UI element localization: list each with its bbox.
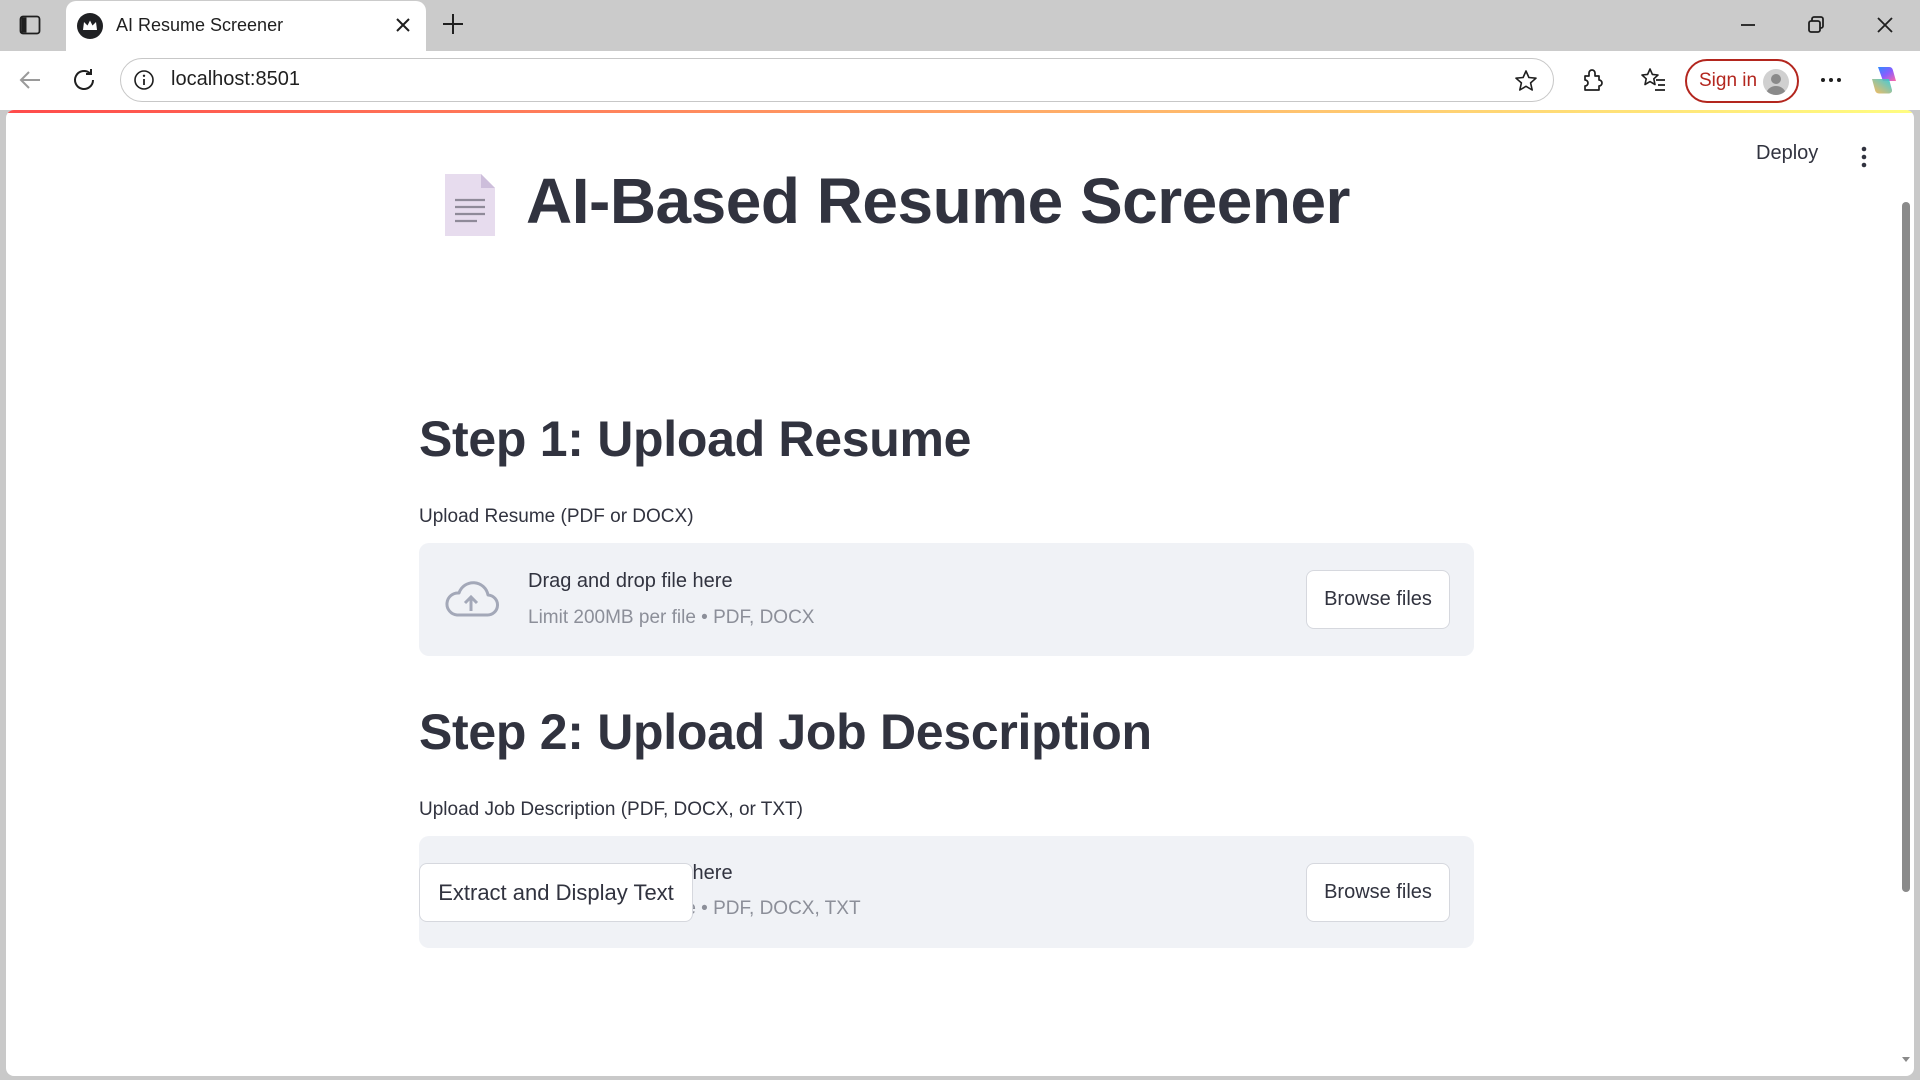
more-icon[interactable] — [1816, 65, 1846, 95]
deploy-button[interactable]: Deploy — [1756, 142, 1818, 165]
resume-drop-limits: Limit 200MB per file • PDF, DOCX — [528, 607, 815, 628]
sign-in-button[interactable]: Sign in — [1685, 59, 1799, 103]
header-decoration-bar — [6, 110, 1914, 113]
crown-favicon-icon — [77, 13, 103, 39]
plus-icon[interactable] — [440, 11, 466, 37]
scroll-down-arrow-icon[interactable] — [1901, 1054, 1911, 1064]
tab-title: AI Resume Screener — [116, 15, 284, 35]
url-text[interactable]: localhost:8501 — [171, 68, 300, 91]
step1-heading: Step 1: Upload Resume — [419, 411, 972, 467]
close-icon[interactable] — [392, 14, 414, 36]
cloud-upload-icon — [445, 581, 499, 617]
scrollbar-thumb[interactable] — [1902, 202, 1910, 892]
restore-icon[interactable] — [1803, 12, 1829, 38]
tab-strip: AI Resume Screener — [0, 0, 1920, 51]
close-window-icon[interactable] — [1872, 12, 1898, 38]
resume-drop-title: Drag and drop file here — [528, 570, 733, 592]
browser-tab[interactable]: AI Resume Screener — [66, 1, 426, 51]
star-icon[interactable] — [1513, 68, 1539, 94]
job-description-uploader-label: Upload Job Description (PDF, DOCX, or TX… — [419, 799, 803, 820]
resume-browse-button[interactable]: Browse files — [1306, 570, 1450, 629]
copilot-icon[interactable] — [1869, 63, 1903, 97]
sidebar-toggle-icon[interactable] — [18, 13, 42, 37]
info-icon[interactable] — [133, 69, 155, 91]
page-facing-up-icon — [445, 174, 495, 236]
address-bar[interactable]: localhost:8501 — [120, 58, 1554, 102]
avatar-icon — [1763, 69, 1789, 95]
page-title: AI-Based Resume Screener — [526, 165, 1350, 237]
step2-heading: Step 2: Upload Job Description — [419, 704, 1152, 760]
reload-icon[interactable] — [68, 64, 100, 96]
resume-dropzone[interactable]: Drag and drop file here Limit 200MB per … — [419, 543, 1474, 656]
job-description-browse-button[interactable]: Browse files — [1306, 863, 1450, 922]
extensions-icon[interactable] — [1577, 65, 1607, 95]
minimize-icon[interactable] — [1735, 12, 1761, 38]
browser-toolbar: localhost:8501 Sign in — [0, 51, 1920, 110]
extract-and-display-text-button[interactable]: Extract and Display Text — [419, 863, 693, 922]
sign-in-label: Sign in — [1699, 70, 1758, 91]
back-icon[interactable] — [14, 64, 46, 96]
vertical-ellipsis-icon[interactable] — [1859, 145, 1869, 169]
resume-uploader-label: Upload Resume (PDF or DOCX) — [419, 506, 694, 527]
favorites-icon[interactable] — [1638, 65, 1668, 95]
